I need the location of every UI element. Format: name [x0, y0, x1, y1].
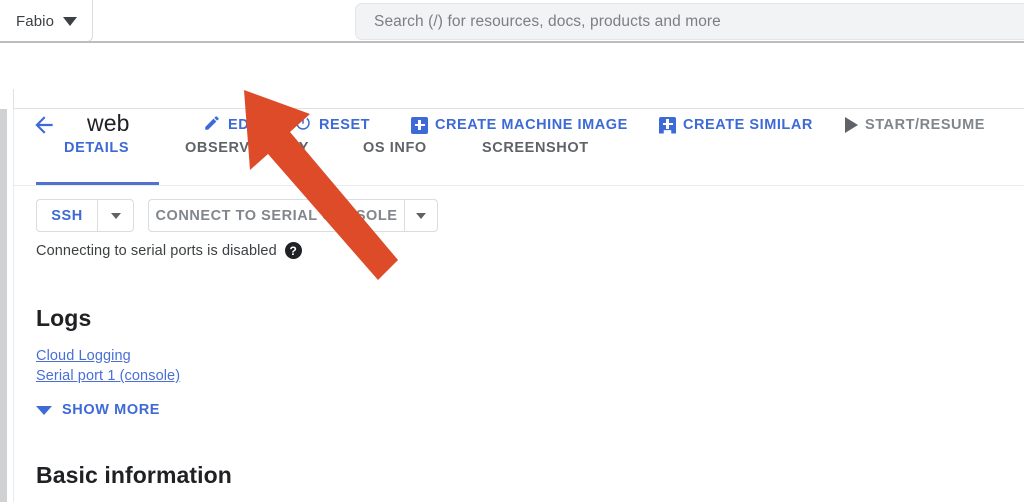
tab-screenshot[interactable]: SCREENSHOT — [482, 140, 589, 184]
connect-serial-console-button[interactable]: CONNECT TO SERIAL CONSOLE — [148, 199, 404, 232]
serial-console-dropdown-button[interactable] — [404, 199, 438, 232]
create-similar-button[interactable]: CREATE SIMILAR — [659, 113, 813, 137]
caret-down-icon — [63, 16, 78, 26]
logs-heading: Logs — [36, 305, 92, 331]
caret-down-icon — [110, 212, 121, 219]
play-icon — [845, 117, 858, 133]
ssh-dropdown-button[interactable] — [97, 199, 134, 232]
serial-ports-disabled-text: Connecting to serial ports is disabled — [36, 242, 277, 259]
create-machine-image-button[interactable]: CREATE MACHINE IMAGE — [411, 113, 628, 137]
connect-serial-console-label: CONNECT TO SERIAL CONSOLE — [155, 207, 398, 224]
start-resume-label: START/RESUME — [865, 117, 985, 133]
tab-observability[interactable]: OBSERVABILITY — [185, 140, 309, 184]
serial-ports-disabled-note: Connecting to serial ports is disabled ? — [36, 242, 302, 259]
top-bar-divider — [0, 41, 1024, 43]
edit-button-label: EDIT — [228, 117, 264, 133]
search-placeholder: Search (/) for resources, docs, products… — [374, 12, 721, 30]
plus-tag-icon — [659, 116, 676, 134]
chevron-down-icon — [36, 405, 52, 415]
page-title: web — [87, 110, 130, 136]
caret-down-icon — [416, 212, 426, 219]
start-resume-button[interactable]: START/RESUME — [845, 113, 985, 137]
tab-details[interactable]: DETAILS — [64, 140, 129, 184]
edit-button[interactable]: EDIT — [203, 113, 263, 137]
basic-information-heading: Basic information — [36, 462, 232, 488]
tab-bar: DETAILS OBSERVABILITY OS INFO SCREENSHOT — [0, 140, 1024, 185]
ssh-button-label: SSH — [51, 207, 83, 224]
ssh-button[interactable]: SSH — [36, 199, 97, 232]
action-bar: web EDIT RESET CREATE MACHINE IMAGE CREA… — [0, 44, 1024, 153]
show-more-label: SHOW MORE — [62, 402, 161, 418]
create-similar-label: CREATE SIMILAR — [683, 117, 813, 133]
page-root: Fabio Search (/) for resources, docs, pr… — [0, 0, 1024, 502]
show-more-button[interactable]: SHOW MORE — [36, 400, 160, 420]
reset-button[interactable]: RESET — [294, 113, 370, 137]
account-label: Fabio — [15, 12, 55, 30]
arrow-left-icon[interactable] — [31, 112, 57, 138]
tab-bar-divider — [14, 185, 1024, 186]
search-bar[interactable]: Search (/) for resources, docs, products… — [355, 3, 1024, 40]
power-icon — [294, 114, 312, 136]
account-selector[interactable]: Fabio — [0, 0, 93, 42]
top-bar: Fabio Search (/) for resources, docs, pr… — [0, 0, 1024, 42]
action-bar-divider — [14, 108, 1024, 109]
plus-square-icon — [411, 116, 428, 134]
link-cloud-logging[interactable]: Cloud Logging — [36, 348, 131, 364]
link-serial-port-1[interactable]: Serial port 1 (console) — [36, 368, 180, 384]
help-circle-icon[interactable]: ? — [284, 242, 302, 259]
pencil-icon — [203, 114, 221, 136]
reset-button-label: RESET — [319, 117, 371, 133]
create-machine-image-label: CREATE MACHINE IMAGE — [435, 117, 628, 133]
tab-os-info[interactable]: OS INFO — [363, 140, 427, 184]
